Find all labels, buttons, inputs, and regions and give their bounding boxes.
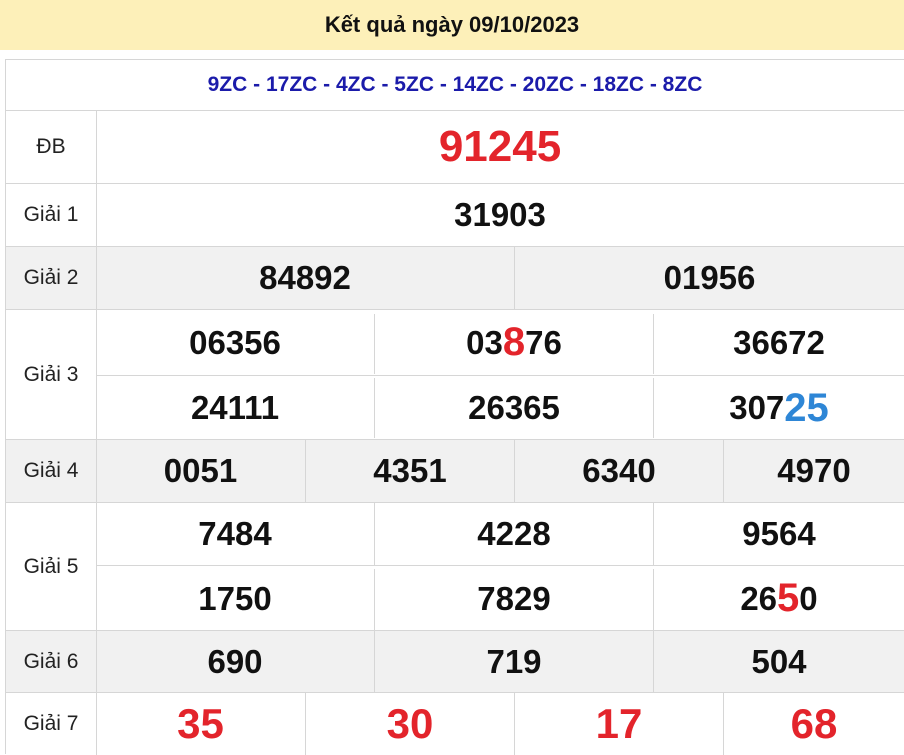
row-prize-5: Giải 5 7484 4228 9564 1750 7829 26 5 0 [6,503,904,631]
prize-value: 0051 [163,452,238,489]
prize-label: Giải 3 [6,310,97,439]
highlight-digits: 8 [502,320,526,364]
row-prize-6: Giải 6 690 719 504 [6,631,904,693]
prize-label: Giải 5 [6,503,97,630]
prize-label: Giải 1 [6,184,97,246]
prize-value: 307 25 [729,385,829,430]
row-special-prize: ĐB 91245 [6,111,904,184]
row-prize-4: Giải 4 0051 4351 6340 4970 [6,440,904,503]
prize-value: 7829 [477,579,551,617]
prize-value: 31903 [454,196,546,233]
prize-value: 06356 [189,323,281,361]
prize-value: 690 [207,642,263,680]
prize-value: 4228 [477,515,551,552]
page-title: Kết quả ngày 09/10/2023 [324,12,580,37]
prize-value: 504 [751,642,807,680]
prize-label: ĐB [6,111,97,183]
prize-value: 36672 [733,323,825,361]
special-prize-value: 91245 [438,122,562,171]
results-table: 9ZC - 17ZC - 4ZC - 5ZC - 14ZC - 20ZC - 1… [5,59,904,755]
prize-label: Giải 2 [6,247,97,309]
prize-value: 03 8 76 [466,320,562,364]
row-prize-7: Giải 7 35 30 17 68 [6,693,904,755]
highlight-digits: 5 [777,576,800,620]
prize-label: Giải 6 [6,631,97,692]
prize-value: 1750 [198,579,272,617]
prize-value: 68 [790,700,838,747]
prize-value: 26365 [468,389,560,426]
prize-value: 24111 [190,389,280,426]
prize-value: 26 5 0 [740,576,818,620]
row-prize-1: Giải 1 31903 [6,184,904,247]
prize-value: 01956 [663,259,756,296]
prize-value: 30 [386,700,434,747]
prize-value: 4970 [777,452,851,489]
prize-value: 719 [486,642,542,680]
prize-value: 6340 [582,452,656,489]
prize-label: Giải 7 [6,693,97,755]
prize-value: 9564 [742,515,816,552]
row-prize-2: Giải 2 84892 01956 [6,247,904,310]
highlight-digits: 25 [784,385,829,430]
page-header: Kết quả ngày 09/10/2023 [0,0,904,50]
prize-value: 84892 [259,259,351,296]
prize-value: 17 [595,700,643,747]
draw-codes: 9ZC - 17ZC - 4ZC - 5ZC - 14ZC - 20ZC - 1… [6,60,904,111]
prize-label: Giải 4 [6,440,97,502]
prize-value: 35 [177,700,224,747]
prize-value: 4351 [373,452,447,489]
prize-value: 7484 [198,515,272,552]
row-prize-3: Giải 3 06356 03 8 76 36672 24111 26365 307… [6,310,904,440]
